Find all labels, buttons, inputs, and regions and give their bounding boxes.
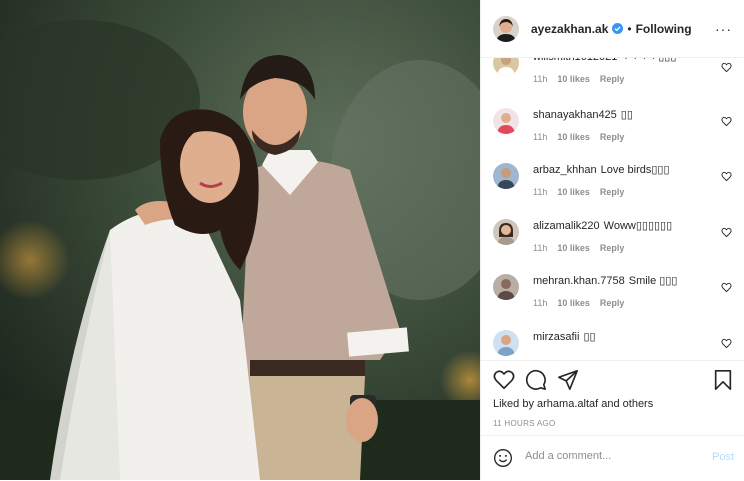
reply-button[interactable]: Reply xyxy=(600,298,625,308)
reply-button[interactable]: Reply xyxy=(600,243,625,253)
heart-icon[interactable] xyxy=(721,116,732,127)
heart-icon[interactable] xyxy=(721,227,732,238)
comment-time[interactable]: 11h xyxy=(533,187,547,197)
comment-item: alizamalik220 Woww▯▯▯▯▯▯ 11h 10 likes Reply xyxy=(493,219,732,269)
post-photo[interactable] xyxy=(0,0,480,480)
comment-text: ❤❤❤❤▯▯▯ xyxy=(621,58,676,63)
comment-item: arbaz_khhan Love birds▯▯▯ 11h 10 likes Repl… xyxy=(493,163,732,213)
post-actions: Liked by arhama.altaf and others 11 HOUR… xyxy=(481,360,744,436)
liked-by-prefix: Liked by xyxy=(493,398,538,410)
reply-button[interactable]: Reply xyxy=(600,132,625,142)
comment-text: ▯▯ xyxy=(583,331,596,343)
comment-item: mehran.khan.7758 Smile ▯▯▯ 11h 10 likes Rep… xyxy=(493,274,732,324)
following-button[interactable]: Following xyxy=(636,22,692,36)
comment-text: Smile ▯▯▯ xyxy=(628,275,678,287)
comment-text: Woww▯▯▯▯▯▯ xyxy=(603,220,673,232)
comment-item: shanayakhan425 ▯▯ 11h 10 likes Reply xyxy=(493,108,732,158)
post-side-panel: ayezakhan.ak • Following ··· wilismith16… xyxy=(480,0,744,480)
comment-likes[interactable]: 10 likes xyxy=(557,132,590,142)
comment-likes[interactable]: 10 likes xyxy=(557,243,590,253)
share-icon[interactable] xyxy=(557,369,579,391)
comment-time[interactable]: 11h xyxy=(533,298,547,308)
comment-likes[interactable]: 10 likes xyxy=(557,74,590,84)
liked-by-others[interactable]: and others xyxy=(598,398,653,410)
liked-by-user[interactable]: arhama.altaf xyxy=(537,398,598,410)
comment-time[interactable]: 11h xyxy=(533,74,547,84)
comment-username[interactable]: alizamalik220 xyxy=(533,220,600,232)
post-comment-button[interactable]: Post xyxy=(712,451,734,463)
reply-button[interactable]: Reply xyxy=(600,74,625,84)
author-avatar[interactable] xyxy=(493,15,519,42)
comment-avatar[interactable] xyxy=(493,330,519,356)
comment-likes[interactable]: 10 likes xyxy=(557,298,590,308)
heart-icon[interactable] xyxy=(493,369,515,391)
comment-username[interactable]: mirzasafii xyxy=(533,331,579,343)
separator-dot: • xyxy=(627,21,632,36)
comment-item: wilismith1612021 ❤❤❤❤▯▯▯ 11h 10 likes Reply xyxy=(493,58,732,100)
comment-item: mirzasafii ▯▯ xyxy=(493,330,732,360)
comment-likes[interactable]: 10 likes xyxy=(557,187,590,197)
comments-list[interactable]: wilismith1612021 ❤❤❤❤▯▯▯ 11h 10 likes Reply… xyxy=(481,58,744,360)
comment-avatar[interactable] xyxy=(493,58,519,76)
author-username[interactable]: ayezakhan.ak xyxy=(531,22,608,36)
more-options-icon[interactable]: ··· xyxy=(715,21,732,37)
post-timestamp[interactable]: 11 HOURS AGO xyxy=(493,419,556,428)
liked-by-line: Liked by arhama.altaf and others xyxy=(493,398,653,410)
reply-button[interactable]: Reply xyxy=(600,187,625,197)
heart-icon[interactable] xyxy=(721,282,732,293)
add-comment-input[interactable] xyxy=(525,450,685,462)
comment-icon[interactable] xyxy=(525,369,547,391)
heart-icon[interactable] xyxy=(721,62,732,73)
comment-username[interactable]: wilismith1612021 xyxy=(533,58,617,63)
comment-avatar[interactable] xyxy=(493,274,519,300)
comment-avatar[interactable] xyxy=(493,108,519,134)
comment-time[interactable]: 11h xyxy=(533,132,547,142)
comment-username[interactable]: shanayakhan425 xyxy=(533,109,617,121)
post-header: ayezakhan.ak • Following ··· xyxy=(481,0,744,58)
comment-avatar[interactable] xyxy=(493,163,519,189)
comment-avatar[interactable] xyxy=(493,219,519,245)
heart-icon[interactable] xyxy=(721,171,732,182)
comment-text: Love birds▯▯▯ xyxy=(600,164,670,176)
comment-text: ▯▯ xyxy=(620,109,633,121)
comment-time[interactable]: 11h xyxy=(533,243,547,253)
add-comment-bar: Post xyxy=(481,435,744,481)
couple-photo xyxy=(0,0,480,480)
smile-icon[interactable] xyxy=(493,448,513,468)
verified-badge-icon xyxy=(612,23,624,34)
bookmark-icon[interactable] xyxy=(712,369,734,391)
comment-username[interactable]: arbaz_khhan xyxy=(533,164,597,176)
comment-username[interactable]: mehran.khan.7758 xyxy=(533,275,625,287)
heart-icon[interactable] xyxy=(721,338,732,349)
